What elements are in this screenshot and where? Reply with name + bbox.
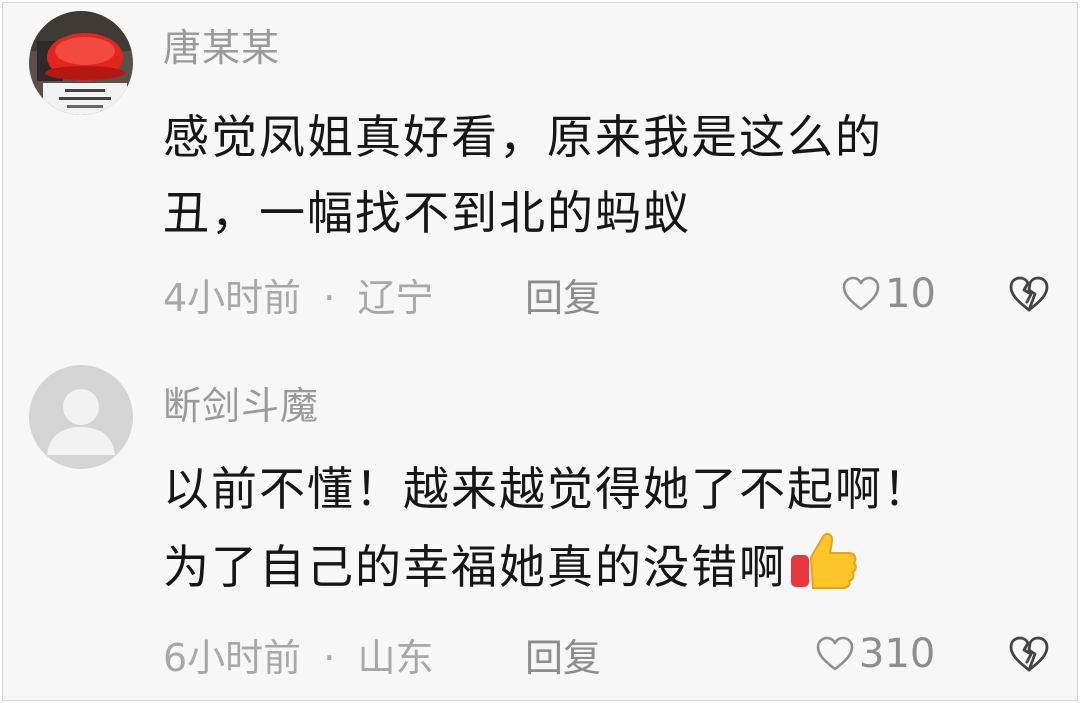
avatar[interactable] <box>29 365 133 469</box>
broken-heart-icon <box>1009 276 1049 312</box>
comment-list: 唐某某 感觉凤姐真好看，原来我是这么的 丑，一幅找不到北的蚂蚁 4小时前 · 辽… <box>2 2 1078 701</box>
comment-time: 4小时前 <box>163 276 302 320</box>
comment-text-line: 感觉凤姐真好看，原来我是这么的 <box>163 110 883 164</box>
comment-time: 6小时前 <box>163 636 302 680</box>
dislike-button[interactable] <box>1007 275 1051 313</box>
comment-item: 断剑斗魔 以前不懂！越来越觉得她了不起啊！ 为了自己的幸福她真的没错啊 6小时前… <box>3 343 1077 700</box>
comment-location: 辽宁 <box>357 276 434 320</box>
like-button[interactable]: 310 <box>815 631 935 677</box>
comment-item: 唐某某 感觉凤姐真好看，原来我是这么的 丑，一幅找不到北的蚂蚁 4小时前 · 辽… <box>3 3 1077 343</box>
comment-text-line: 以前不懂！越来越觉得她了不起啊！ <box>163 462 931 516</box>
comment-text-line: 丑，一幅找不到北的蚂蚁 <box>163 186 691 240</box>
like-count: 10 <box>885 271 936 317</box>
meta-separator: · <box>323 636 336 680</box>
heart-icon <box>842 276 880 311</box>
red-bowl-avatar-icon <box>29 11 133 115</box>
comment-text-line: 为了自己的幸福她真的没错啊 <box>163 529 859 602</box>
meta-separator: · <box>323 276 336 320</box>
heart-icon <box>816 636 854 671</box>
comment-location: 山东 <box>357 636 434 680</box>
reply-button[interactable]: 回复 <box>525 627 601 682</box>
default-user-avatar-icon <box>29 365 133 469</box>
avatar[interactable] <box>29 11 133 115</box>
comment-meta: 6小时前 · 山东 <box>163 627 433 682</box>
like-button[interactable]: 10 <box>841 271 936 317</box>
like-count: 310 <box>859 631 936 677</box>
comment-username[interactable]: 断剑斗魔 <box>163 375 319 430</box>
comment-username[interactable]: 唐某某 <box>163 17 280 72</box>
reply-button[interactable]: 回复 <box>525 267 601 322</box>
comment-text: 为了自己的幸福她真的没错啊 <box>163 540 787 594</box>
thumbs-up-icon <box>789 529 859 602</box>
comment-meta: 4小时前 · 辽宁 <box>163 267 433 322</box>
broken-heart-icon <box>1009 636 1049 672</box>
dislike-button[interactable] <box>1007 635 1051 673</box>
